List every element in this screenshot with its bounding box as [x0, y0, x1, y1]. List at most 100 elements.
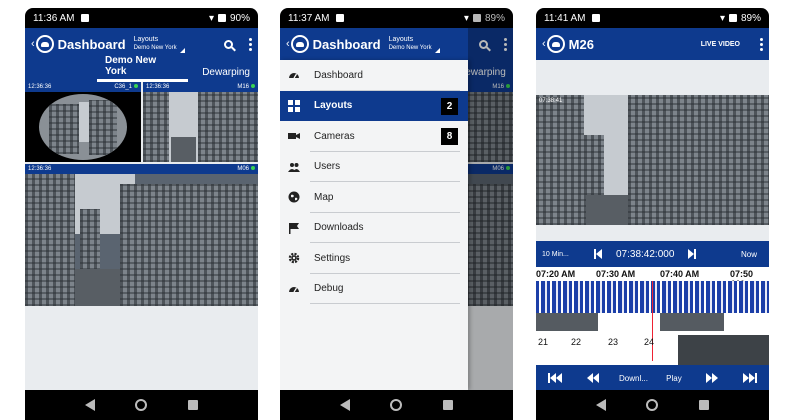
notification-icon	[335, 14, 344, 22]
status-time: 11:37 AM	[288, 12, 330, 24]
tab-dewarping[interactable]: Dewarping	[194, 67, 258, 82]
first-frame-button[interactable]	[543, 368, 567, 388]
count-badge: 8	[441, 128, 458, 145]
gear-icon	[288, 252, 300, 264]
layout-picker[interactable]: Layouts Demo New York	[389, 35, 440, 53]
drawer-item-label: Cameras	[314, 130, 355, 142]
tab-demo-new-york[interactable]: Demo New York	[97, 55, 189, 82]
battery-percent: 90%	[229, 12, 250, 24]
timeline-day-label: 22	[571, 337, 582, 347]
globe-icon	[288, 191, 300, 203]
video-timestamp: 07:38:41	[539, 98, 563, 104]
layout-picker[interactable]: Layouts Demo New York	[134, 35, 185, 53]
more-vert-icon[interactable]	[760, 37, 763, 51]
back-chevron-icon[interactable]: ‹	[542, 38, 546, 50]
timeline-day-label: 21	[538, 337, 549, 347]
drawer-item-downloads[interactable]: Downloads	[280, 213, 468, 244]
more-vert-icon[interactable]	[249, 37, 252, 51]
drawer-scrim[interactable]	[468, 8, 513, 420]
battery-icon	[728, 14, 737, 22]
camera-title: M26	[568, 36, 594, 52]
status-bar: 11:36 AM ▾ 90%	[25, 8, 258, 28]
nav-home-icon[interactable]	[646, 399, 659, 411]
drawer-item-debug[interactable]: Debug	[280, 274, 468, 305]
skip-forward-button[interactable]	[688, 249, 697, 259]
drawer-item-dashboard[interactable]: Dashboard	[280, 60, 468, 91]
camera-time: 12:36:36	[28, 84, 52, 90]
drawer-item-users[interactable]: Users	[280, 152, 468, 183]
nav-back-icon[interactable]	[85, 399, 96, 411]
drawer-item-label: Dashboard	[314, 69, 363, 81]
nav-back-icon[interactable]	[596, 399, 607, 411]
timeline-day-label: 24	[644, 337, 655, 347]
nav-home-icon[interactable]	[390, 399, 403, 411]
rewind-button[interactable]	[581, 368, 605, 388]
last-frame-button[interactable]	[738, 368, 762, 388]
phone-screen-drawer: 11:37 AM ▾ 89% ‹ Dashboard Layouts Demo N…	[280, 8, 513, 420]
camera-header: 12:36:36 M06	[25, 164, 258, 174]
cloud-logo-icon	[546, 35, 565, 53]
nav-recents-icon[interactable]	[187, 400, 198, 410]
timeline-day-label: 23	[608, 337, 619, 347]
playback-toolbar: 10 Min... 07:38:42:000 Now	[536, 241, 769, 267]
drawer-item-label: Settings	[314, 252, 351, 264]
drawer-item-settings[interactable]: Settings	[280, 243, 468, 274]
download-button[interactable]: Downl...	[619, 368, 648, 388]
nav-back-icon[interactable]	[340, 399, 351, 411]
android-nav-bar	[280, 390, 513, 420]
camera-icon	[288, 130, 300, 142]
search-icon[interactable]	[224, 39, 233, 49]
fast-forward-button[interactable]	[700, 368, 724, 388]
count-badge: 2	[441, 97, 458, 115]
status-time: 11:41 AM	[544, 12, 586, 24]
app-title: Dashboard	[312, 36, 381, 52]
phone-screen-dashboard: 11:36 AM ▾ 90% ‹ Dashboard Layouts Demo N…	[25, 8, 258, 420]
drawer-item-label: Users	[314, 161, 341, 173]
camera-tile[interactable]: 12:36:36 M16	[143, 82, 258, 162]
camera-tile[interactable]: 12:36:36 M06	[25, 164, 258, 306]
battery-icon	[217, 14, 226, 22]
drawer-item-label: Layouts	[314, 100, 353, 112]
notification-icon	[80, 14, 89, 22]
camera-time: 12:36:36	[146, 84, 170, 90]
app-bar: ‹ M26 LIVE VIDEO	[536, 28, 769, 60]
flag-icon	[288, 222, 300, 234]
users-icon	[288, 161, 300, 173]
camera-tile[interactable]: 12:36:36 C36_1	[25, 82, 141, 162]
playhead	[652, 281, 653, 361]
cloud-logo-icon	[35, 35, 54, 53]
nav-recents-icon[interactable]	[442, 400, 453, 410]
camera-name: M16	[237, 84, 249, 90]
now-button[interactable]: Now	[741, 250, 757, 259]
live-video-button[interactable]: LIVE VIDEO	[701, 41, 740, 48]
skip-back-button[interactable]	[594, 249, 602, 259]
video-player[interactable]: 07:38:41	[536, 95, 769, 225]
fisheye-view	[39, 94, 127, 160]
play-button[interactable]: Play	[662, 368, 686, 388]
phone-screen-playback: 11:41 AM ▾ 89% ‹ M26 LIVE VIDEO 07:38:41 …	[536, 8, 769, 420]
layout-picker-value: Demo New York	[388, 45, 432, 51]
back-chevron-icon[interactable]: ‹	[31, 38, 35, 50]
app-title: Dashboard	[57, 36, 126, 52]
camera-name: M06	[237, 166, 249, 172]
drawer-item-map[interactable]: Map	[280, 182, 468, 213]
no-recording-segment	[536, 313, 598, 331]
back-chevron-icon[interactable]: ‹	[286, 38, 290, 50]
wifi-icon: ▾	[719, 12, 725, 24]
nav-recents-icon[interactable]	[698, 400, 709, 410]
no-recording-segment	[678, 335, 769, 365]
camera-grid: 12:36:36 C36_1 12:36:36 M16 12:36:36 M06	[25, 82, 258, 390]
camera-time: 12:36:36	[28, 166, 52, 172]
nav-home-icon[interactable]	[135, 399, 148, 411]
drawer-item-layouts[interactable]: Layouts 2	[280, 90, 468, 121]
layout-picker-label: Layouts	[133, 36, 159, 43]
camera-name: C36_1	[114, 84, 132, 90]
current-time: 07:38:42:000	[616, 248, 675, 260]
interval-select[interactable]: 10 Min...	[536, 251, 586, 258]
drawer-item-cameras[interactable]: Cameras 8	[280, 121, 468, 152]
wifi-icon: ▾	[208, 12, 214, 24]
notification-icon	[591, 14, 600, 22]
drawer-item-label: Map	[314, 191, 334, 203]
playback-timeline[interactable]: 07:20 AM 07:30 AM 07:40 AM 07:50 AM 21 2…	[536, 267, 769, 365]
timeline-time-label: 07:20 AM	[536, 269, 576, 279]
